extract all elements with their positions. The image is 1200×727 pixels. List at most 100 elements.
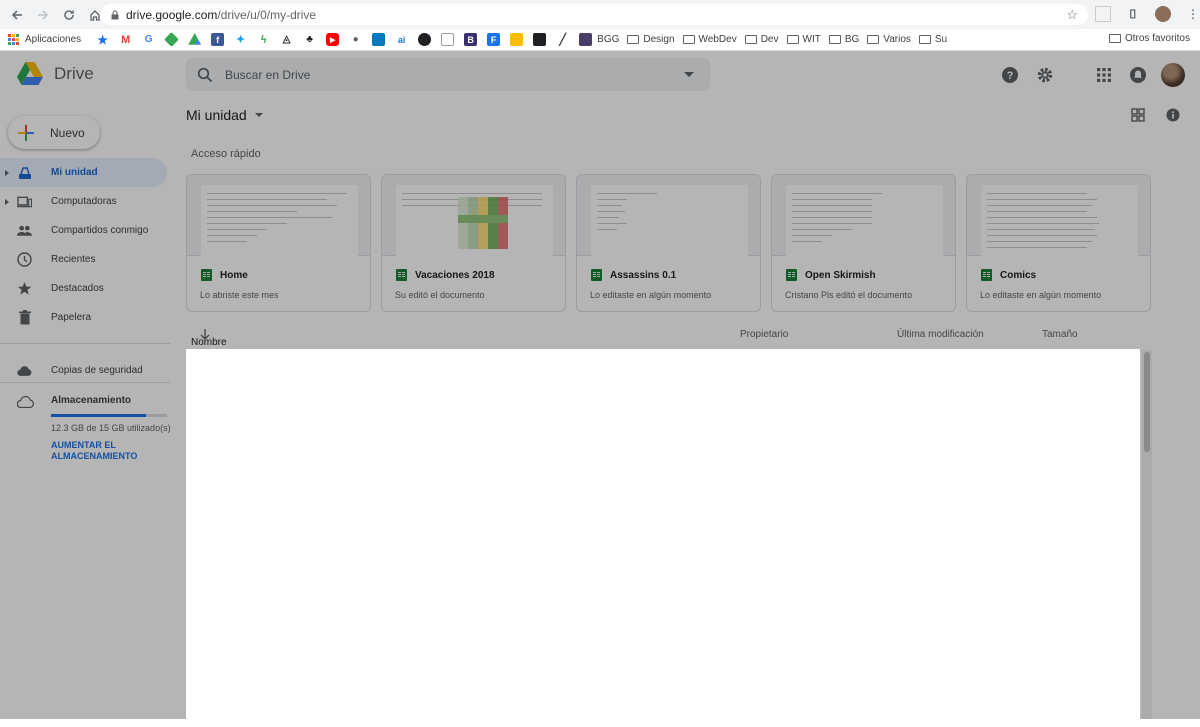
sidebar-item-starred[interactable]: Destacados <box>0 274 170 303</box>
bookmark-favicon[interactable] <box>510 33 524 46</box>
bookmark-favicon[interactable] <box>164 32 180 47</box>
extension-icon[interactable]: ⌷ <box>1125 6 1141 22</box>
bookmark-folder-design[interactable]: Design <box>627 34 675 45</box>
menu-kebab-icon[interactable]: ⋮ <box>1185 6 1200 22</box>
quick-access-card[interactable]: Open Skirmish Cristano Pls editó el docu… <box>771 174 956 312</box>
bookmark-favicon[interactable]: ♣ <box>303 33 316 46</box>
bookmark-favicon[interactable]: ϟ <box>257 33 270 46</box>
storage-panel: Almacenamiento 12.3 GB de 15 GB utilizad… <box>51 395 171 462</box>
bookmark-trello-favicon[interactable] <box>372 33 386 46</box>
bookmark-apps[interactable]: Aplicaciones <box>8 34 81 45</box>
card-subtitle: Su editó el documento <box>395 290 485 300</box>
sheets-icon <box>201 269 212 281</box>
new-button[interactable]: Nuevo <box>8 116 100 149</box>
search-icon[interactable] <box>197 67 213 83</box>
folder-icon <box>828 35 841 44</box>
sidebar-item-trash[interactable]: Papelera <box>0 303 170 332</box>
quick-access-card[interactable]: Home Lo abriste este mes <box>186 174 371 312</box>
sidebar-item-label: Compartidos conmigo <box>51 225 149 236</box>
star-icon <box>17 281 32 296</box>
card-subtitle: Lo editaste en algún momento <box>590 290 712 300</box>
bookmark-favicon[interactable] <box>533 33 547 46</box>
search-box[interactable] <box>186 58 710 91</box>
expand-arrow-icon[interactable] <box>5 198 9 205</box>
bookmark-folder-bg[interactable]: BG <box>828 34 860 45</box>
bookmark-bgg-label[interactable]: BGG <box>597 34 619 45</box>
sidebar-nav: Mi unidad Computadoras Compartidos conmi… <box>0 158 170 385</box>
folder-label: BG <box>844 34 860 45</box>
bookmark-drive-favicon[interactable] <box>188 33 202 45</box>
bookmark-favicon[interactable]: ◬ <box>280 33 293 46</box>
bookmark-favicon[interactable]: ╱ <box>556 33 569 46</box>
bookmark-favicon[interactable]: ai <box>395 33 408 46</box>
upgrade-storage-link[interactable]: AUMENTAR EL ALMACENAMIENTO <box>51 440 171 462</box>
extension-icon[interactable] <box>1095 6 1111 22</box>
notifications-icon[interactable] <box>1129 66 1147 84</box>
account-avatar[interactable] <box>1161 63 1185 87</box>
expand-arrow-icon[interactable] <box>5 169 9 176</box>
storage-label: Almacenamiento <box>51 395 132 406</box>
bookmark-favicon[interactable]: B <box>464 33 478 46</box>
card-title: Vacaciones 2018 <box>415 269 495 281</box>
drive-logo-icon[interactable] <box>17 62 43 85</box>
sidebar-item-my-drive[interactable]: Mi unidad <box>0 158 167 187</box>
scrollbar[interactable] <box>1142 350 1152 719</box>
column-modified[interactable]: Última modificación <box>897 329 984 340</box>
column-owner[interactable]: Propietario <box>740 329 788 340</box>
bookmark-youtube-favicon[interactable]: ▶ <box>326 33 340 46</box>
bookmark-star-favicon[interactable]: ★ <box>96 33 109 47</box>
quick-access-cards: Home Lo abriste este mes Vacaciones 2018… <box>186 174 1151 312</box>
folder-label: Design <box>643 34 675 45</box>
card-thumbnail <box>772 175 955 256</box>
reload-icon[interactable] <box>60 6 78 24</box>
bookmark-other[interactable]: Otros favoritos <box>1108 33 1190 44</box>
forward-icon[interactable] <box>34 6 52 24</box>
bookmark-twitter-favicon[interactable]: ✦ <box>234 33 247 46</box>
search-input[interactable] <box>225 67 665 82</box>
bookmark-gmail-favicon[interactable]: M <box>119 33 132 46</box>
location-breadcrumb[interactable]: Mi unidad <box>186 107 263 123</box>
folder-icon <box>627 35 640 44</box>
bookmark-folder-webdev[interactable]: WebDev <box>682 34 737 45</box>
scrollbar-thumb[interactable] <box>1144 352 1150 452</box>
help-icon[interactable]: ? <box>1001 66 1019 84</box>
sidebar-item-computers[interactable]: Computadoras <box>0 187 170 216</box>
bookmark-folder-dev[interactable]: Dev <box>744 34 779 45</box>
back-icon[interactable] <box>8 6 26 24</box>
bookmark-apple-favicon[interactable]: ● <box>349 33 362 46</box>
folder-label: Dev <box>760 34 779 45</box>
sheets-icon <box>786 269 797 281</box>
google-apps-icon[interactable] <box>1095 66 1113 84</box>
profile-avatar[interactable] <box>1155 6 1171 22</box>
folder-label: WebDev <box>698 34 737 45</box>
bookmark-github-favicon[interactable] <box>418 33 432 46</box>
sidebar-item-recent[interactable]: Recientes <box>0 245 170 274</box>
bookmark-google-favicon[interactable]: G <box>142 33 155 46</box>
card-title: Assassins 0.1 <box>610 269 677 281</box>
column-name[interactable]: Nombre <box>191 329 227 348</box>
quick-access-card[interactable]: Assassins 0.1 Lo editaste en algún momen… <box>576 174 761 312</box>
sidebar-item-shared[interactable]: Compartidos conmigo <box>0 216 170 245</box>
bookmark-folder-wit[interactable]: WIT <box>786 34 821 45</box>
column-size[interactable]: Tamaño <box>1042 329 1078 340</box>
sidebar-item-label: Computadoras <box>51 196 117 207</box>
plus-icon <box>18 124 34 141</box>
undimmed-region <box>186 349 1140 719</box>
bookmark-favicon[interactable]: F <box>487 33 501 46</box>
drive-header: Drive ? <box>0 51 1200 99</box>
sidebar-item-label: Papelera <box>51 312 92 323</box>
address-bar[interactable]: drive.google.com/drive/u/0/my-drive ☆ <box>100 4 1088 25</box>
bookmark-folder-su[interactable]: Su <box>918 34 947 45</box>
search-options-chevron-icon[interactable] <box>684 72 694 77</box>
bookmark-favicon[interactable] <box>579 33 593 46</box>
settings-gear-icon[interactable] <box>1036 66 1054 84</box>
bookmark-facebook-favicon[interactable]: f <box>211 33 225 46</box>
quick-access-card[interactable]: Vacaciones 2018 Su editó el documento <box>381 174 566 312</box>
bookmark-folder-varios[interactable]: Varios <box>867 34 911 45</box>
grid-view-icon[interactable] <box>1131 108 1145 122</box>
folder-icon <box>786 35 799 44</box>
quick-access-card[interactable]: Comics Lo editaste en algún momento <box>966 174 1151 312</box>
info-icon[interactable] <box>1166 108 1180 122</box>
bookmark-star-icon[interactable]: ☆ <box>1066 7 1078 23</box>
bookmark-favicon[interactable] <box>441 33 455 46</box>
